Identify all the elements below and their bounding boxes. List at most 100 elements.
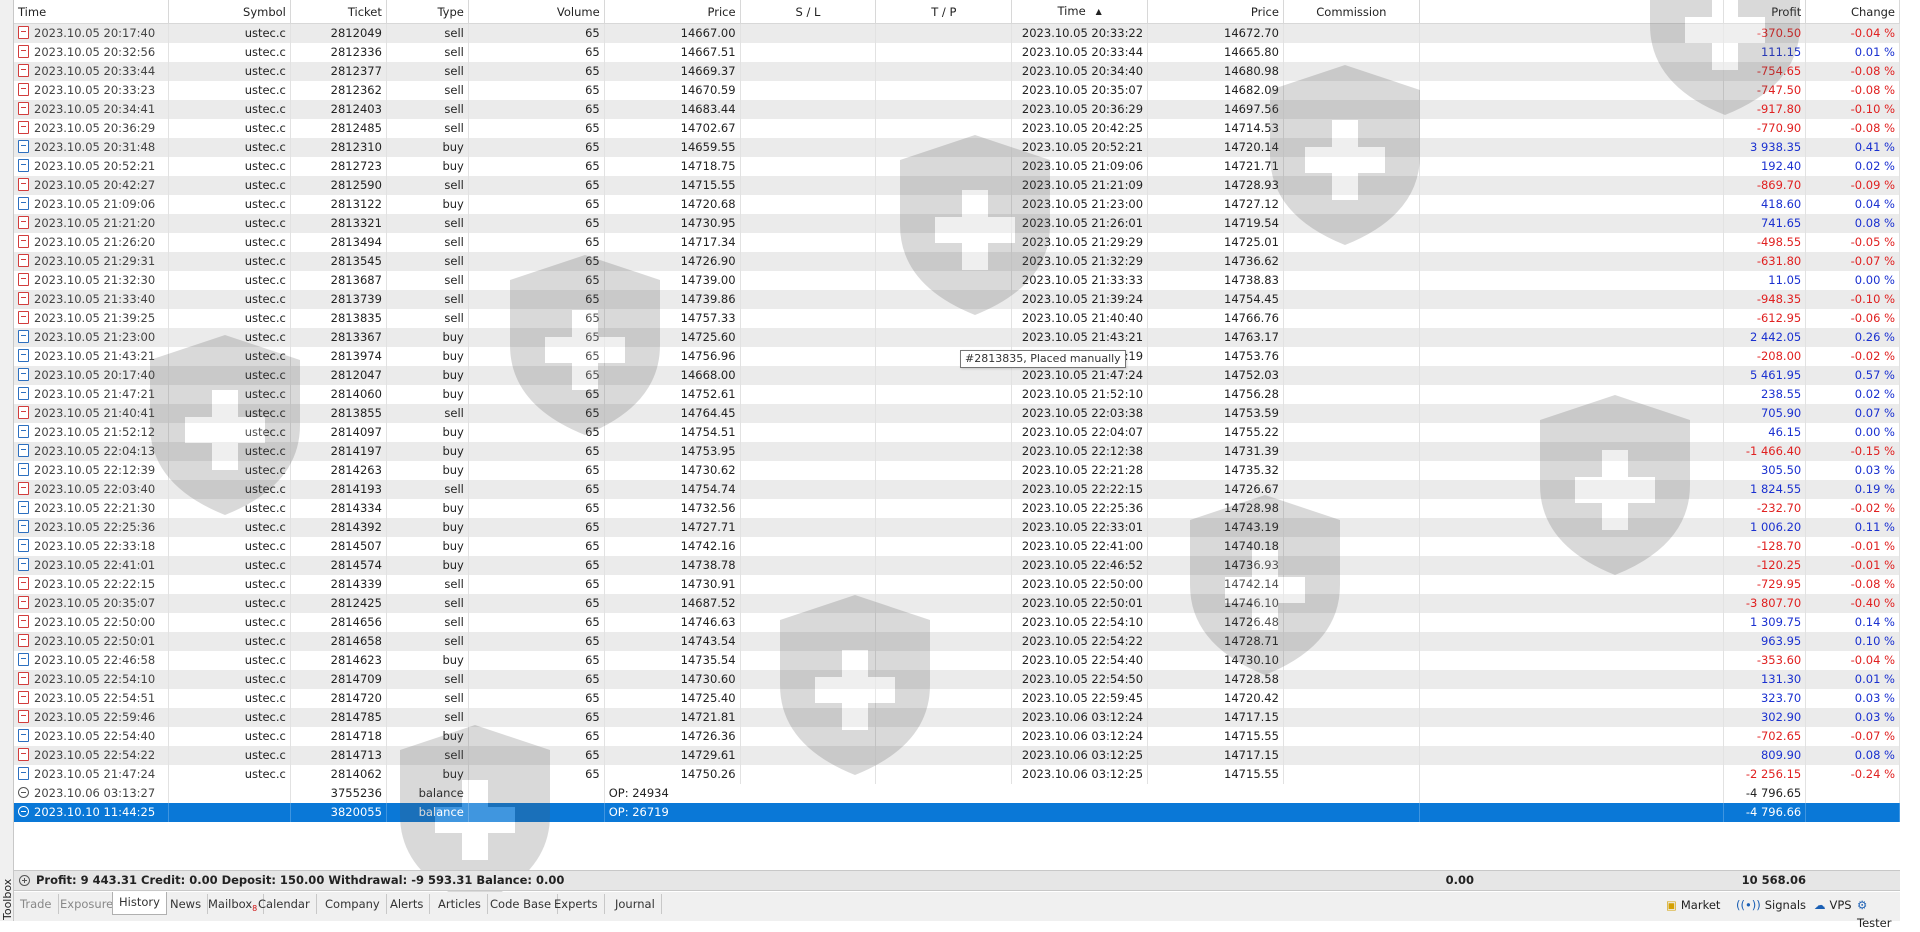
column-header[interactable]: Ticket	[290, 0, 387, 24]
table-row[interactable]: 2023.10.05 21:47:24 ustec.c 2814062 buy 65 14…	[14, 765, 1900, 784]
table-row[interactable]: 2023.10.05 21:52:12 ustec.c 2814097 buy 65 14…	[14, 423, 1900, 442]
tab-trade[interactable]: Trade	[14, 894, 59, 914]
profit-cell: 46.15	[1723, 423, 1807, 442]
tab-code-base[interactable]: Code Base	[484, 894, 559, 914]
tab-market[interactable]: ▣ Market	[1666, 896, 1720, 914]
tab-tester[interactable]: ⚙ Tester	[1857, 896, 1900, 930]
symbol-cell: ustec.c	[168, 594, 291, 613]
column-header[interactable]: Type	[386, 0, 469, 24]
tab-articles[interactable]: Articles	[432, 894, 488, 914]
table-row[interactable]: 2023.10.05 22:46:58 ustec.c 2814623 buy 65 14…	[14, 651, 1900, 670]
cprice-cell: 14766.76	[1147, 309, 1284, 328]
table-row[interactable]: 2023.10.05 21:47:21 ustec.c 2814060 buy 65 14…	[14, 385, 1900, 404]
table-row[interactable]: 2023.10.05 20:36:29 ustec.c 2812485 sell 65 1…	[14, 119, 1900, 138]
column-header[interactable]: S / L	[740, 0, 877, 24]
tab-label: Experts	[554, 897, 598, 911]
table-row[interactable]: 2023.10.05 22:54:10 ustec.c 2814709 sell 65 1…	[14, 670, 1900, 689]
table-row[interactable]: 2023.10.05 22:54:22 ustec.c 2814713 sell 65 1…	[14, 746, 1900, 765]
ticket-cell: 2813739	[290, 290, 387, 309]
tab-signals[interactable]: ((•)) Signals	[1736, 896, 1806, 914]
table-row[interactable]: 2023.10.05 20:33:23 ustec.c 2812362 sell 65 1…	[14, 81, 1900, 100]
table-row[interactable]: 2023.10.05 20:34:41 ustec.c 2812403 sell 65 1…	[14, 100, 1900, 119]
table-row[interactable]: 2023.10.05 21:21:20 ustec.c 2813321 sell 65 1…	[14, 214, 1900, 233]
table-row[interactable]: 2023.10.05 22:54:51 ustec.c 2814720 sell 65 1…	[14, 689, 1900, 708]
table-row[interactable]: 2023.10.05 22:54:40 ustec.c 2814718 buy 65 14…	[14, 727, 1900, 746]
table-row[interactable]: 2023.10.05 20:52:21 ustec.c 2812723 buy 65 14…	[14, 157, 1900, 176]
table-row[interactable]: 2023.10.05 21:39:25 ustec.c 2813835 sell 65 1…	[14, 309, 1900, 328]
table-row[interactable]: 2023.10.05 21:32:30 ustec.c 2813687 sell 65 1…	[14, 271, 1900, 290]
tab-calendar[interactable]: Calendar	[252, 894, 317, 914]
column-header[interactable]: Time	[14, 0, 170, 24]
column-header[interactable]: Profit	[1723, 0, 1807, 24]
type-cell: buy	[386, 499, 469, 518]
profit-cell: 111.15	[1723, 43, 1807, 62]
table-row[interactable]: 2023.10.05 21:26:20 ustec.c 2813494 sell 65 1…	[14, 233, 1900, 252]
balance-row-selected[interactable]: 2023.10.10 11:44:25 3820055 balance OP: 267…	[14, 803, 1900, 822]
table-row[interactable]: 2023.10.05 21:40:41 ustec.c 2813855 sell 65 1…	[14, 404, 1900, 423]
open-time: 2023.10.05 20:36:29	[34, 121, 156, 135]
table-row[interactable]: 2023.10.05 21:33:40 ustec.c 2813739 sell 65 1…	[14, 290, 1900, 309]
ctime-cell: 2023.10.05 20:33:44	[1011, 43, 1149, 62]
table-row[interactable]: 2023.10.05 22:21:30 ustec.c 2814334 buy 65 14…	[14, 499, 1900, 518]
tab-exposure[interactable]: Exposure	[54, 894, 121, 914]
empty-cell	[1419, 195, 1725, 214]
balance-ticket-cell: 3755236	[290, 784, 387, 803]
cprice-cell: 14746.10	[1147, 594, 1284, 613]
summary-text: Profit: 9 443.31 Credit: 0.00 Deposit: 1…	[36, 873, 565, 887]
column-header[interactable]: Symbol	[168, 0, 291, 24]
table-row[interactable]: 2023.10.05 22:50:01 ustec.c 2814658 sell 65 1…	[14, 632, 1900, 651]
toolbox-strip[interactable]: Toolbox	[0, 0, 14, 921]
table-row[interactable]: 2023.10.05 20:35:07 ustec.c 2812425 sell 65 1…	[14, 594, 1900, 613]
table-row[interactable]: 2023.10.05 22:59:46 ustec.c 2814785 sell 65 1…	[14, 708, 1900, 727]
table-row[interactable]: 2023.10.05 22:03:40 ustec.c 2814193 sell 65 1…	[14, 480, 1900, 499]
change-cell: 0.01 %	[1805, 43, 1900, 62]
table-row[interactable]: 2023.10.05 22:50:00 ustec.c 2814656 sell 65 1…	[14, 613, 1900, 632]
tab-company[interactable]: Company	[319, 894, 387, 914]
table-row[interactable]: 2023.10.05 20:17:40 ustec.c 2812049 sell 65 1…	[14, 23, 1900, 43]
expand-plus-icon[interactable]	[19, 875, 30, 886]
table-row[interactable]: 2023.10.05 20:31:48 ustec.c 2812310 buy 65 14…	[14, 138, 1900, 157]
table-row[interactable]: 2023.10.05 22:41:01 ustec.c 2814574 buy 65 14…	[14, 556, 1900, 575]
table-row[interactable]: 2023.10.05 21:09:06 ustec.c 2813122 buy 65 14…	[14, 195, 1900, 214]
table-row[interactable]: 2023.10.05 21:23:00 ustec.c 2813367 buy 65 14…	[14, 328, 1900, 347]
empty-cell	[1419, 518, 1725, 537]
tab-vps[interactable]: ☁ VPS	[1814, 896, 1852, 914]
column-header[interactable]: Commission	[1283, 0, 1420, 24]
empty-cell	[1419, 62, 1725, 81]
open-time: 2023.10.05 22:03:40	[34, 482, 156, 496]
column-header[interactable]: Volume	[468, 0, 605, 24]
table-row[interactable]: 2023.10.05 20:32:56 ustec.c 2812336 sell 65 1…	[14, 43, 1900, 62]
table-row[interactable]: 2023.10.05 21:29:31 ustec.c 2813545 sell 65 1…	[14, 252, 1900, 271]
tab-alerts[interactable]: Alerts	[384, 894, 431, 914]
ctime-cell: 2023.10.05 21:23:00	[1011, 195, 1149, 214]
volume-cell: 65	[468, 233, 605, 252]
table-row[interactable]: 2023.10.05 22:33:18 ustec.c 2814507 buy 65 14…	[14, 537, 1900, 556]
column-header[interactable]	[1419, 0, 1725, 24]
cprice-cell: 14753.76	[1147, 347, 1284, 366]
table-row[interactable]: 2023.10.05 20:42:27 ustec.c 2812590 sell 65 1…	[14, 176, 1900, 195]
table-row[interactable]: 2023.10.05 22:12:39 ustec.c 2814263 buy 65 14…	[14, 461, 1900, 480]
column-header[interactable]: Price	[1147, 0, 1284, 24]
column-header[interactable]: Time ▲	[1011, 0, 1149, 24]
tab-experts[interactable]: Experts	[548, 894, 605, 914]
column-header[interactable]: T / P	[875, 0, 1013, 24]
open-time-cell: 2023.10.05 21:47:21	[14, 385, 170, 404]
tab-journal[interactable]: Journal	[609, 894, 662, 914]
table-row[interactable]: 2023.10.05 22:04:13 ustec.c 2814197 buy 65 14…	[14, 442, 1900, 461]
toolbox-label[interactable]: Toolbox	[1, 879, 14, 920]
balance-row[interactable]: 2023.10.06 03:13:27 3755236 balance OP: 249…	[14, 784, 1900, 803]
table-row[interactable]: 2023.10.05 21:43:21 ustec.c 2813974 buy 65 14…	[14, 347, 1900, 366]
table-row[interactable]: 2023.10.05 20:17:40 ustec.c 2812047 buy 65 14…	[14, 366, 1900, 385]
column-header[interactable]: Price	[604, 0, 741, 24]
open-time-cell: 2023.10.05 21:29:31	[14, 252, 170, 271]
open-time: 2023.10.05 20:32:56	[34, 45, 156, 59]
column-header[interactable]: Change	[1805, 0, 1900, 24]
table-row[interactable]: 2023.10.05 22:22:15 ustec.c 2814339 sell 65 1…	[14, 575, 1900, 594]
empty-cell	[1419, 328, 1725, 347]
table-row[interactable]: 2023.10.05 22:25:36 ustec.c 2814392 buy 65 14…	[14, 518, 1900, 537]
table-row[interactable]: 2023.10.05 20:33:44 ustec.c 2812377 sell 65 1…	[14, 62, 1900, 81]
sell-deal-icon	[18, 102, 29, 115]
commission-cell	[1283, 746, 1420, 765]
profit-cell: -702.65	[1723, 727, 1807, 746]
tab-history[interactable]: History	[112, 892, 167, 915]
